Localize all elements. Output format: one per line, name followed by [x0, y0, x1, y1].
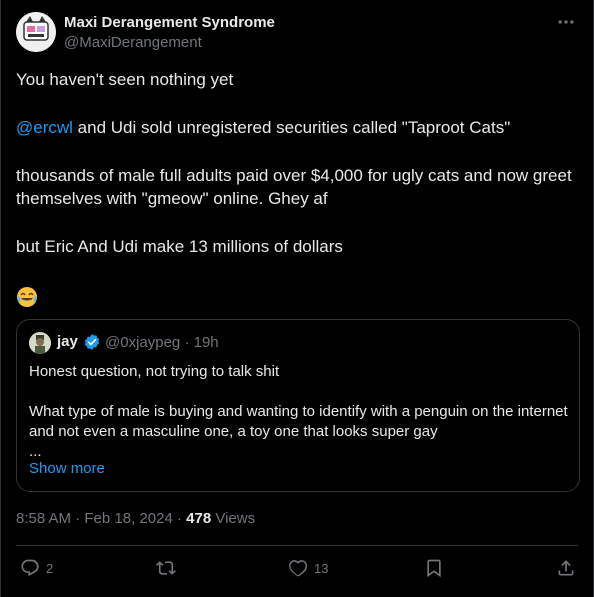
- quoted-tweet-card[interactable]: jay @0xjaypeg · 19h Honest question, not…: [16, 319, 580, 492]
- tweet-line-2-rest: and Udi sold unregistered securities cal…: [72, 118, 511, 137]
- quoted-tweet-text: Honest question, not trying to talk shit…: [29, 362, 569, 462]
- share-button[interactable]: [556, 548, 576, 588]
- views-count: 478: [186, 510, 212, 527]
- share-icon: [558, 560, 574, 576]
- action-bar: 2 13: [16, 548, 578, 588]
- more-options-icon[interactable]: [552, 12, 580, 34]
- bookmark-button[interactable]: [424, 548, 444, 588]
- tweet-text: You haven't seen nothing yet @ercwl and …: [16, 68, 576, 283]
- tweet-time[interactable]: 8:58 AM: [16, 510, 71, 527]
- like-button[interactable]: 13: [288, 548, 328, 588]
- divider-line: [16, 545, 578, 546]
- repost-button[interactable]: [156, 548, 182, 588]
- quoted-author-avatar[interactable]: [29, 332, 51, 354]
- quoted-ellipsis: ...: [29, 443, 42, 460]
- tweet-line-2: @ercwl and Udi sold unregistered securit…: [16, 116, 576, 139]
- verified-badge-icon: [83, 333, 101, 351]
- heart-icon: [289, 560, 307, 577]
- mention-link[interactable]: @ercwl: [16, 118, 73, 137]
- reply-button[interactable]: 2: [20, 548, 53, 588]
- tears-of-joy-emoji-icon: [16, 286, 38, 308]
- quoted-author-handle[interactable]: @0xjaypeg: [105, 334, 180, 351]
- left-border: [0, 0, 1, 597]
- views-label: Views: [215, 510, 256, 527]
- reply-icon: [21, 559, 39, 577]
- tweet-line-4: but Eric And Udi make 13 millions of dol…: [16, 237, 343, 256]
- author-name[interactable]: Maxi Derangement Syndrome: [64, 14, 275, 31]
- tweet-line-3: thousands of male full adults paid over …: [16, 166, 572, 208]
- reply-count: 2: [46, 560, 54, 576]
- author-handle[interactable]: @MaxiDerangement: [64, 34, 202, 51]
- quoted-time[interactable]: 19h: [194, 334, 219, 351]
- repost-icon: [156, 561, 176, 575]
- like-count: 13: [314, 560, 329, 576]
- quoted-author-name[interactable]: jay: [57, 333, 78, 350]
- bookmark-icon: [427, 559, 441, 578]
- quoted-meta: @0xjaypeg · 19h: [105, 334, 219, 351]
- show-more-link[interactable]: Show more: [29, 460, 105, 477]
- tweet-timestamp: 8:58 AM · Feb 18, 2024 · 478 Views: [16, 510, 256, 527]
- quoted-line-1: Honest question, not trying to talk shit: [29, 363, 280, 380]
- quoted-line-2: What type of male is buying and wanting …: [29, 403, 568, 440]
- author-avatar[interactable]: [16, 12, 56, 52]
- tweet-date[interactable]: Feb 18, 2024: [84, 510, 172, 527]
- tweet-line-1: You haven't seen nothing yet: [16, 70, 234, 89]
